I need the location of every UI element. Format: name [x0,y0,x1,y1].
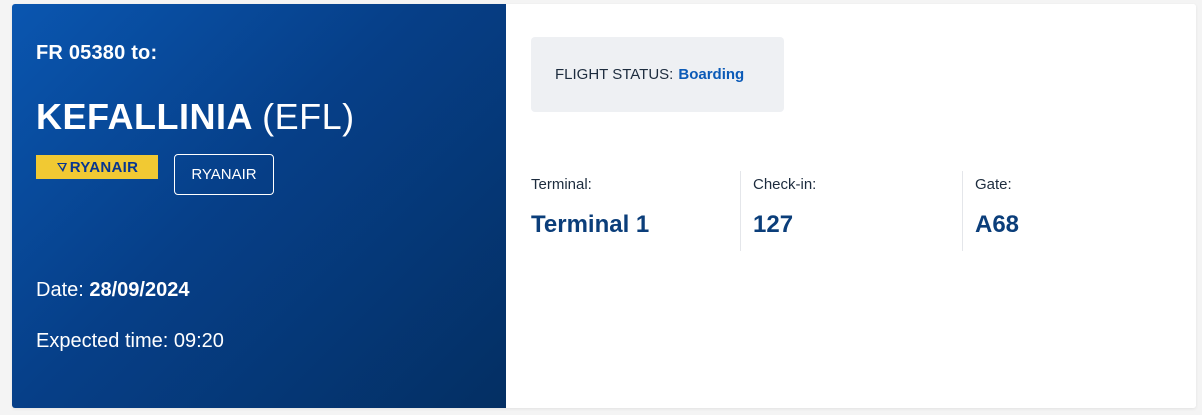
checkin-label: Check-in: [753,176,817,193]
ryanair-logo-text: RYANAIR [69,158,139,176]
flight-details-panel: FLIGHT STATUS: Boarding Terminal: Termin… [506,4,1196,408]
destination-title: KEFALLINIA (EFL) [36,96,355,138]
destination-name: KEFALLINIA [36,96,252,137]
flight-summary-panel: FR 05380 to: KEFALLINIA (EFL) RYANAIR RY… [12,4,506,408]
carrier-button[interactable]: RYANAIR [174,154,274,195]
terminal-label: Terminal: [531,176,592,193]
checkin-value: 127 [753,211,794,238]
flight-status-box: FLIGHT STATUS: Boarding [531,37,784,112]
date-label: Date: [36,279,84,301]
destination-code: (EFL) [262,96,355,137]
gate-info: Gate: A68 [962,171,1185,251]
status-value: Boarding [678,66,745,83]
expected-time: Expected time: 09:20 [36,330,224,353]
date-value: 28/09/2024 [89,279,190,301]
flight-date: Date: 28/09/2024 [36,279,189,302]
flight-info-card: FR 05380 to: KEFALLINIA (EFL) RYANAIR RY… [12,4,1196,408]
status-label: FLIGHT STATUS: [555,66,674,83]
terminal-value: Terminal 1 [531,211,650,238]
gate-value: A68 [975,211,1020,238]
time-label: Expected time: [36,330,169,352]
checkin-info: Check-in: 127 [740,171,963,251]
gate-label: Gate: [975,176,1012,193]
ryanair-logo: RYANAIR [36,155,158,179]
terminal-info: Terminal: Terminal 1 [531,171,731,251]
harp-icon [56,163,67,172]
time-value: 09:20 [173,330,224,352]
flight-number: FR 05380 to: [36,42,158,64]
